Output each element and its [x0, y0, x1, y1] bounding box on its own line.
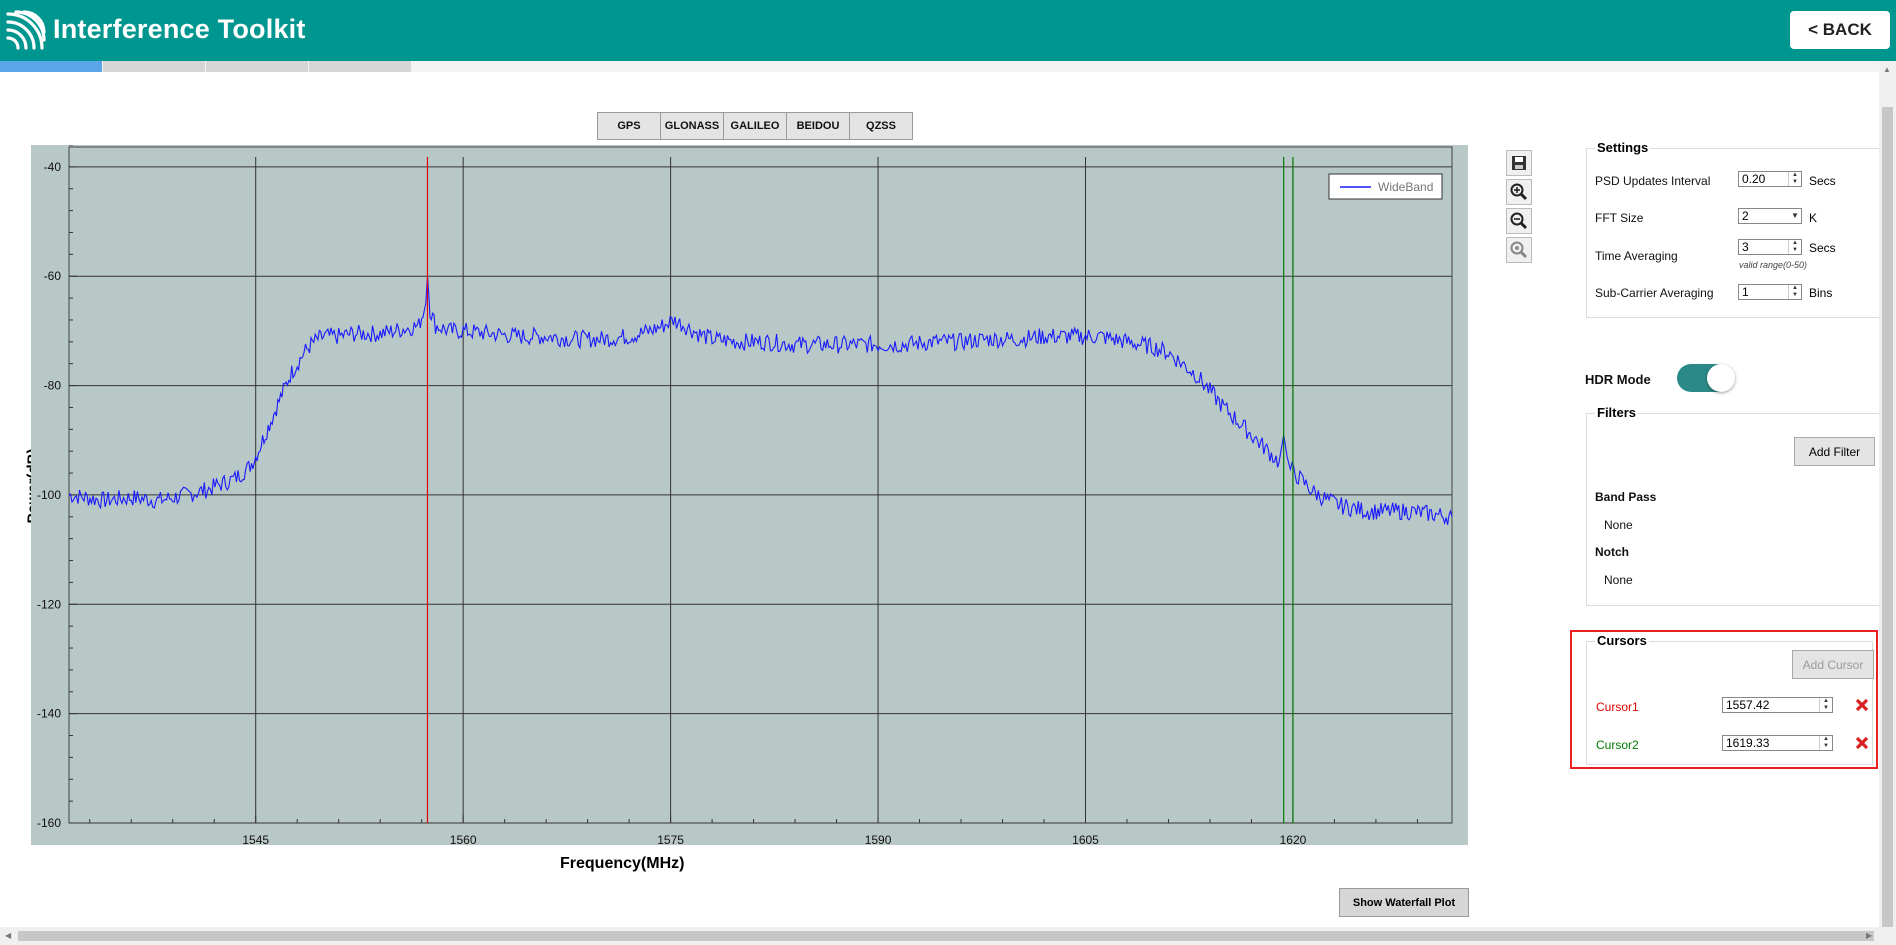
tab-strip — [0, 61, 1896, 72]
delete-cursor1-icon[interactable] — [1854, 697, 1870, 713]
save-icon[interactable] — [1506, 150, 1532, 176]
psd-interval-label: PSD Updates Interval — [1595, 174, 1711, 188]
app-title: Interference Toolkit — [53, 14, 306, 44]
cursor2-spinbox[interactable]: 1619.33 ▲ ▼ — [1722, 735, 1833, 751]
cursor1-label: Cursor1 — [1596, 700, 1639, 714]
spin-arrows-icon[interactable]: ▲ ▼ — [1788, 285, 1801, 299]
spin-arrows-icon[interactable]: ▲ ▼ — [1788, 240, 1801, 254]
cursor1-spinbox[interactable]: 1557.42 ▲ ▼ — [1722, 697, 1833, 713]
x-tick-label: 1560 — [450, 833, 477, 845]
chevron-down-icon[interactable]: ▼ — [1789, 209, 1801, 223]
back-button[interactable]: < BACK — [1790, 11, 1890, 49]
hdr-mode-label: HDR Mode — [1585, 372, 1651, 387]
subcarrier-averaging-value: 1 — [1742, 285, 1749, 299]
scroll-left-icon[interactable]: ◀ — [5, 931, 11, 940]
subcarrier-averaging-spinbox[interactable]: 1 ▲ ▼ — [1738, 284, 1802, 300]
notch-label: Notch — [1595, 545, 1629, 559]
x-tick-label: 1545 — [242, 833, 269, 845]
y-tick-label: -160 — [37, 816, 61, 830]
subcarrier-averaging-unit: Bins — [1809, 286, 1833, 300]
psd-interval-value: 0.20 — [1742, 172, 1766, 186]
notch-value: None — [1604, 573, 1633, 587]
hdr-mode-toggle[interactable] — [1677, 364, 1735, 392]
time-averaging-spinbox[interactable]: 3 ▲ ▼ — [1738, 239, 1802, 255]
fft-size-label: FFT Size — [1595, 211, 1644, 225]
spin-arrows-icon[interactable]: ▲ ▼ — [1788, 172, 1801, 186]
scroll-right-icon[interactable]: ▶ — [1866, 931, 1872, 940]
app-header: Interference Toolkit < BACK — [0, 0, 1896, 61]
subcarrier-averaging-label: Sub-Carrier Averaging — [1595, 286, 1714, 300]
spin-arrows-icon[interactable]: ▲ ▼ — [1819, 736, 1832, 750]
y-tick-label: -140 — [37, 707, 61, 721]
cursor2-value: 1619.33 — [1726, 736, 1770, 750]
y-tick-label: -120 — [37, 597, 61, 611]
tab-1[interactable] — [0, 61, 102, 72]
zoom-out-icon[interactable] — [1506, 208, 1532, 234]
band-pass-value: None — [1604, 518, 1633, 532]
signal-logo-icon — [6, 10, 46, 50]
toggle-knob — [1707, 364, 1735, 392]
psd-plot-svg[interactable]: 1545 1560 1575 1590 1605 1620 -40 -60 -80 -100 -12… — [31, 145, 1468, 845]
psd-plot[interactable]: 1545 1560 1575 1590 1605 1620 -40 -60 -80 -100 -12… — [31, 145, 1468, 845]
band-pass-label: Band Pass — [1595, 490, 1657, 504]
tab-4[interactable] — [309, 61, 411, 72]
scroll-up-icon[interactable]: ▲ — [1883, 65, 1891, 74]
y-tick-label: -40 — [44, 160, 62, 174]
x-tick-label: 1590 — [865, 833, 892, 845]
constellation-galileo-button[interactable]: GALILEO — [724, 113, 787, 139]
cursor2-label: Cursor2 — [1596, 738, 1639, 752]
fft-size-unit: K — [1809, 211, 1818, 225]
x-axis-label: Frequency(MHz) — [560, 855, 685, 872]
y-tick-label: -60 — [44, 269, 62, 283]
horizontal-scroll-thumb[interactable] — [18, 931, 1874, 941]
zoom-in-icon[interactable] — [1506, 179, 1532, 205]
add-cursor-button[interactable]: Add Cursor — [1792, 650, 1874, 679]
cursor1-value: 1557.42 — [1726, 698, 1770, 712]
legend-label: WideBand — [1378, 180, 1433, 194]
constellation-beidou-button[interactable]: BEIDOU — [787, 113, 850, 139]
time-averaging-unit: Secs — [1809, 241, 1836, 255]
tab-2[interactable] — [103, 61, 205, 72]
tab-3[interactable] — [206, 61, 308, 72]
horizontal-scrollbar[interactable]: ◀ ▶ — [0, 927, 1896, 945]
fft-size-select[interactable]: 2 ▼ — [1738, 208, 1802, 224]
psd-interval-unit: Secs — [1809, 174, 1836, 188]
delete-cursor2-icon[interactable] — [1854, 735, 1870, 751]
add-filter-button[interactable]: Add Filter — [1794, 437, 1875, 466]
cursors-title: Cursors — [1595, 633, 1649, 648]
y-tick-label: -100 — [37, 488, 61, 502]
psd-interval-spinbox[interactable]: 0.20 ▲ ▼ — [1738, 171, 1802, 187]
plot-toolbar — [1506, 150, 1532, 266]
constellation-selector: GPS GLONASS GALILEO BEIDOU QZSS — [597, 112, 913, 140]
x-tick-label: 1620 — [1280, 833, 1307, 845]
constellation-gps-button[interactable]: GPS — [598, 113, 661, 139]
settings-title: Settings — [1595, 140, 1651, 155]
constellation-qzss-button[interactable]: QZSS — [850, 113, 912, 139]
zoom-reset-icon[interactable] — [1506, 237, 1532, 263]
time-averaging-hint: valid range(0-50) — [1739, 260, 1808, 270]
series-line-wideband — [68, 276, 1453, 526]
time-averaging-value: 3 — [1742, 240, 1749, 254]
time-averaging-label: Time Averaging — [1595, 249, 1678, 263]
filters-title: Filters — [1595, 405, 1639, 420]
y-tick-label: -80 — [44, 379, 62, 393]
constellation-glonass-button[interactable]: GLONASS — [661, 113, 724, 139]
plot-frame — [68, 146, 1453, 824]
vertical-scroll-thumb[interactable] — [1882, 107, 1893, 927]
x-tick-label: 1605 — [1072, 833, 1099, 845]
vertical-scrollbar[interactable]: ▲ — [1879, 61, 1896, 927]
spin-arrows-icon[interactable]: ▲ ▼ — [1819, 698, 1832, 712]
x-tick-label: 1575 — [657, 833, 684, 845]
fft-size-value: 2 — [1742, 209, 1749, 223]
show-waterfall-button[interactable]: Show Waterfall Plot — [1339, 888, 1469, 917]
